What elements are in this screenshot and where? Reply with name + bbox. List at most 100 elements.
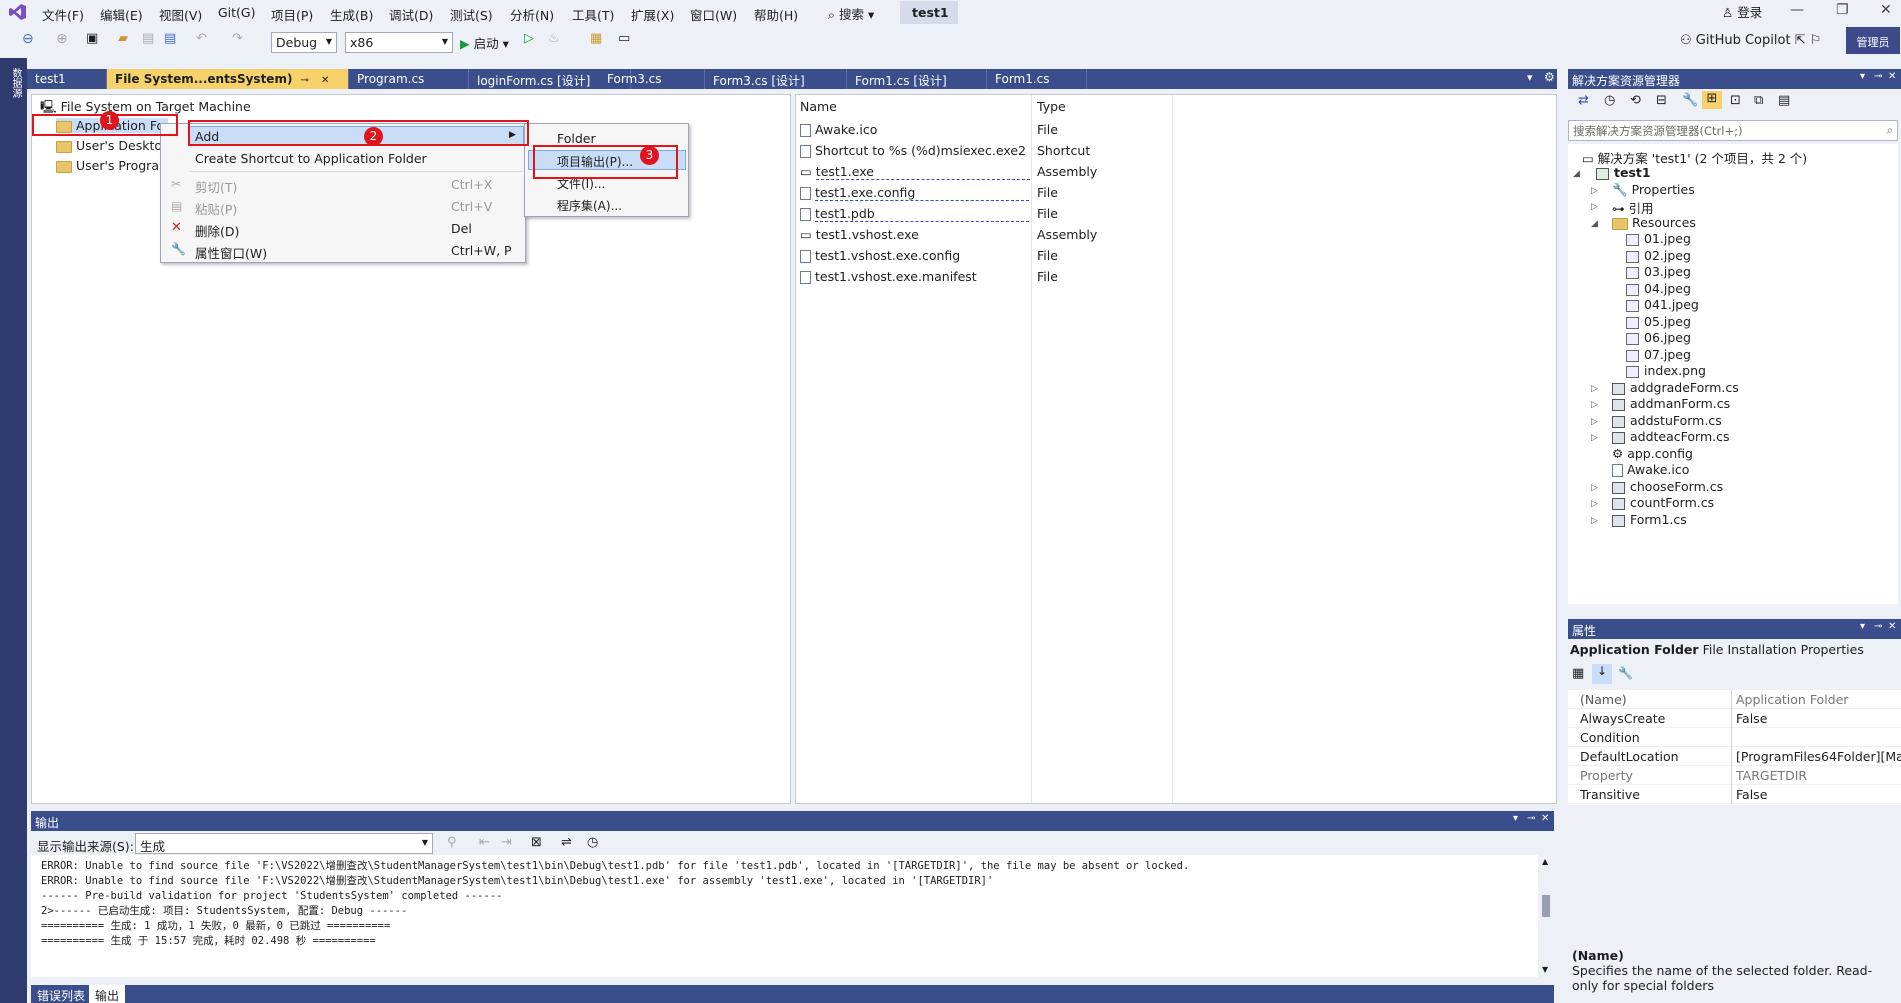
output-source-dropdown[interactable]: 生成 ▼ bbox=[135, 833, 433, 854]
resource-file[interactable]: 06.jpeg bbox=[1626, 330, 1691, 345]
properties-node[interactable]: 🔧 Properties bbox=[1612, 182, 1695, 198]
resource-file[interactable]: 01.jpeg bbox=[1626, 231, 1691, 246]
menu-view[interactable]: 视图(V) bbox=[159, 5, 202, 24]
output-text[interactable]: ERROR: Unable to find source file 'F:\VS… bbox=[31, 855, 1546, 977]
hot-reload-icon[interactable]: ♨ bbox=[548, 31, 560, 46]
menu-item-create-shortcut[interactable]: Create Shortcut to Application Folder bbox=[195, 151, 427, 166]
tab-file-system[interactable]: File System...entsSystem) ⊸ ✕ bbox=[107, 69, 349, 89]
categorized-icon[interactable]: ▦ bbox=[1572, 666, 1584, 681]
menu-project[interactable]: 项目(P) bbox=[271, 5, 313, 24]
menu-item-cut[interactable]: 剪切(T) Ctrl+X bbox=[195, 177, 492, 196]
tab-error-list[interactable]: 错误列表 bbox=[31, 985, 91, 1003]
expand-arrow-icon[interactable]: ▷ bbox=[1591, 483, 1598, 493]
start-button[interactable]: ▶ 启动 ▾ bbox=[460, 33, 509, 52]
menu-git[interactable]: Git(G) bbox=[218, 5, 256, 20]
menu-file[interactable]: 文件(F) bbox=[42, 5, 84, 24]
github-copilot-button[interactable]: ⚇ GitHub Copilot ⇱ ⚐ bbox=[1680, 33, 1821, 48]
pin-icon[interactable]: ⊸ bbox=[1527, 813, 1535, 824]
settings-gear-icon[interactable]: ⚙ bbox=[1544, 70, 1555, 84]
clear-all-icon[interactable]: ⊠ bbox=[531, 835, 542, 850]
login-button[interactable]: ♙ 登录 bbox=[1722, 2, 1762, 21]
pin-icon[interactable]: ⊸ bbox=[300, 75, 308, 86]
menu-analyze[interactable]: 分析(N) bbox=[510, 5, 554, 24]
tab-output[interactable]: 输出 bbox=[89, 985, 126, 1003]
resource-file[interactable]: 07.jpeg bbox=[1626, 347, 1691, 362]
project-file[interactable]: ⚙ app.config bbox=[1612, 446, 1693, 461]
expand-arrow-icon[interactable]: ▷ bbox=[1591, 499, 1598, 509]
show-all-icon[interactable]: ⧉ bbox=[1754, 93, 1763, 108]
open-folder-icon[interactable]: ▰ bbox=[118, 31, 128, 46]
expand-arrow-icon[interactable]: ▷ bbox=[1591, 400, 1598, 410]
save-icon[interactable]: ▤ bbox=[142, 31, 154, 46]
scroll-thumb[interactable] bbox=[1542, 895, 1550, 917]
tab-program-cs[interactable]: Program.cs bbox=[349, 69, 469, 89]
restore-button[interactable]: ❐ bbox=[1836, 2, 1849, 18]
solution-search-input[interactable]: 搜索解决方案资源管理器(Ctrl+;) ⌕ bbox=[1568, 120, 1898, 141]
timestamp-icon[interactable]: ◷ bbox=[587, 835, 598, 850]
menu-item-paste[interactable]: 粘贴(P) Ctrl+V bbox=[195, 199, 492, 218]
expand-arrow-icon[interactable]: ▷ bbox=[1591, 384, 1598, 394]
tab-form3-design[interactable]: Form3.cs [设计] bbox=[705, 69, 847, 89]
project-file[interactable]: addteacForm.cs bbox=[1612, 429, 1730, 444]
list-item[interactable]: Awake.ico bbox=[800, 122, 877, 137]
resource-file[interactable]: 04.jpeg bbox=[1626, 281, 1691, 296]
tree-item-users-programs[interactable]: User's Progra bbox=[56, 158, 159, 173]
prev-message-icon[interactable]: ⇤ bbox=[479, 835, 490, 850]
expand-arrow-icon[interactable]: ▷ bbox=[1591, 433, 1598, 443]
filter-icon[interactable]: ⊡ bbox=[1730, 93, 1741, 108]
expand-arrow-icon[interactable]: ◢ bbox=[1591, 219, 1598, 229]
menu-item-assembly[interactable]: 程序集(A)... bbox=[557, 197, 622, 214]
close-icon[interactable]: ✕ bbox=[1541, 813, 1549, 824]
output-horizontal-scrollbar[interactable] bbox=[31, 977, 1554, 985]
resource-file[interactable]: 041.jpeg bbox=[1626, 297, 1699, 312]
find-message-icon[interactable]: ⚲ bbox=[447, 835, 457, 850]
redo-icon[interactable]: ↷ bbox=[232, 31, 243, 46]
close-tab-icon[interactable]: ✕ bbox=[321, 75, 329, 86]
expand-arrow-icon[interactable]: ▷ bbox=[1591, 516, 1598, 526]
minimize-button[interactable]: — bbox=[1790, 2, 1804, 18]
configuration-dropdown[interactable]: Debug ▼ bbox=[271, 32, 337, 53]
menu-item-delete[interactable]: 删除(D) Del bbox=[195, 221, 472, 240]
expand-arrow-icon[interactable]: ▷ bbox=[1591, 417, 1598, 427]
menu-window[interactable]: 窗口(W) bbox=[690, 5, 737, 24]
property-row[interactable]: Condition bbox=[1568, 728, 1901, 747]
back-icon[interactable]: ⊖ bbox=[22, 31, 34, 47]
project-file[interactable]: Awake.ico bbox=[1612, 462, 1689, 477]
tab-overflow-icon[interactable]: ▾ bbox=[1527, 71, 1533, 84]
output-scrollbar[interactable]: ▲ ▼ bbox=[1538, 855, 1554, 977]
list-item[interactable]: Shortcut to %s (%d)msiexec.exe2 bbox=[800, 143, 1026, 158]
tab-form1-cs[interactable]: Form1.cs bbox=[987, 69, 1087, 89]
list-item[interactable]: ▭ test1.vshost.exe bbox=[800, 227, 919, 242]
close-icon[interactable]: ✕ bbox=[1888, 621, 1896, 632]
next-message-icon[interactable]: ⇥ bbox=[501, 835, 512, 850]
column-header-name[interactable]: Name bbox=[800, 99, 837, 114]
resource-file[interactable]: 05.jpeg bbox=[1626, 314, 1691, 329]
close-button[interactable]: ✕ bbox=[1880, 2, 1892, 18]
menu-build[interactable]: 生成(B) bbox=[330, 5, 373, 24]
forward-icon[interactable]: ⊕ bbox=[56, 31, 68, 47]
refresh-icon[interactable]: ⟲ bbox=[1630, 93, 1641, 108]
history-icon[interactable]: ◷ bbox=[1604, 93, 1615, 108]
resource-file[interactable]: 02.jpeg bbox=[1626, 248, 1691, 263]
sync-icon[interactable]: ⇄ bbox=[1578, 93, 1589, 108]
menu-edit[interactable]: 编辑(E) bbox=[100, 5, 143, 24]
expand-arrow-icon[interactable]: ◢ bbox=[1573, 169, 1580, 179]
column-header-type[interactable]: Type bbox=[1037, 99, 1066, 114]
new-project-icon[interactable]: ▣ bbox=[86, 31, 98, 46]
collapse-icon[interactable]: ⊟ bbox=[1656, 93, 1667, 108]
vs-logo-icon[interactable] bbox=[8, 4, 26, 20]
project-file[interactable]: addstuForm.cs bbox=[1612, 413, 1722, 428]
search-button[interactable]: ⌕ 搜索 ▾ bbox=[828, 4, 874, 23]
scroll-down-icon[interactable]: ▼ bbox=[1542, 965, 1548, 974]
resource-file[interactable]: 03.jpeg bbox=[1626, 264, 1691, 279]
save-all-icon[interactable]: ▤ bbox=[164, 31, 176, 46]
wrench-icon[interactable]: 🔧 bbox=[1682, 93, 1698, 108]
close-icon[interactable]: ✕ bbox=[1888, 71, 1896, 82]
scroll-up-icon[interactable]: ▲ bbox=[1542, 857, 1548, 866]
menu-test[interactable]: 测试(S) bbox=[450, 5, 493, 24]
preview-toggle-icon[interactable]: ⊞ bbox=[1702, 91, 1722, 109]
project-file[interactable]: countForm.cs bbox=[1612, 495, 1714, 510]
menu-item-folder[interactable]: Folder bbox=[557, 131, 596, 146]
tab-form1-design[interactable]: Form1.cs [设计] bbox=[847, 69, 987, 89]
tree-item-users-desktop[interactable]: User's Deskto bbox=[56, 138, 162, 153]
